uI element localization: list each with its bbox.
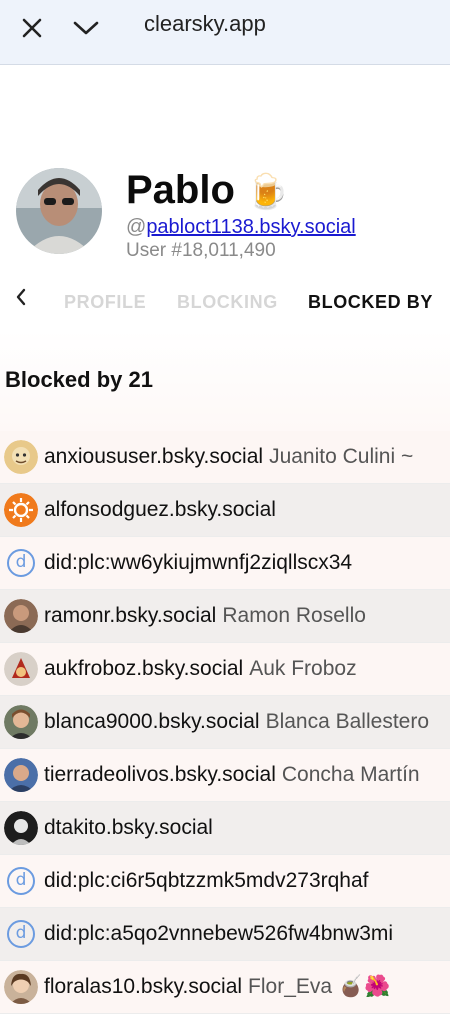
blocker-handle[interactable]: ramonr.bsky.social: [44, 604, 216, 628]
tab-blocked-by[interactable]: BLOCKED BY: [308, 290, 433, 314]
avatar: [4, 493, 38, 527]
profile-name-text: Pablo: [126, 168, 235, 212]
blocker-handle[interactable]: floralas10.bsky.social: [44, 975, 242, 999]
did-icon: d: [7, 867, 35, 895]
list-item[interactable]: blanca9000.bsky.social Blanca Ballestero: [0, 696, 450, 749]
browser-top-bar: clearsky.app: [0, 0, 450, 65]
close-button[interactable]: [14, 10, 50, 46]
list-item[interactable]: d did:plc:a5qo2vnnebew526fw4bnw3mi: [0, 908, 450, 961]
blocked-by-list: anxioususer.bsky.social Juanito Culini ~…: [0, 431, 450, 1014]
avatar: [4, 652, 38, 686]
did-icon: d: [7, 920, 35, 948]
list-item[interactable]: alfonsodguez.bsky.social: [0, 484, 450, 537]
avatar: d: [4, 917, 38, 951]
close-icon: [22, 18, 42, 38]
did-icon: d: [7, 549, 35, 577]
blocker-handle[interactable]: tierradeolivos.bsky.social: [44, 763, 276, 787]
tab-profile[interactable]: PROFILE: [64, 290, 146, 314]
user-number: User #18,011,490: [126, 240, 276, 261]
chevron-left-icon: [16, 288, 26, 306]
avatar: [4, 970, 38, 1004]
list-item[interactable]: anxioususer.bsky.social Juanito Culini ~: [0, 431, 450, 484]
chevron-down-icon: [73, 21, 99, 35]
blocker-display-name: Concha Martín: [281, 763, 420, 786]
list-item[interactable]: floralas10.bsky.social Flor_Eva 🧉🌺: [0, 961, 450, 1014]
blocker-display-name: Auk Froboz: [249, 657, 357, 680]
blocker-display-name: Blanca Ballestero: [265, 710, 430, 733]
tab-blocking[interactable]: BLOCKING: [177, 290, 278, 314]
profile-name: Pablo 🍺: [126, 166, 288, 216]
tabs-back-button[interactable]: [10, 284, 32, 310]
avatar: [4, 599, 38, 633]
list-item[interactable]: dtakito.bsky.social: [0, 802, 450, 855]
avatar: [4, 705, 38, 739]
section-title: Blocked by 21: [5, 367, 153, 392]
menu-chevron-button[interactable]: [68, 10, 104, 46]
list-item[interactable]: aukfroboz.bsky.social Auk Froboz: [0, 643, 450, 696]
blocker-handle[interactable]: did:plc:a5qo2vnnebew526fw4bnw3mi: [44, 922, 393, 946]
list-item[interactable]: ramonr.bsky.social Ramon Rosello: [0, 590, 450, 643]
blocker-handle[interactable]: alfonsodguez.bsky.social: [44, 498, 276, 522]
profile-handle-line: @pabloct1138.bsky.social: [126, 215, 356, 239]
avatar: d: [4, 864, 38, 898]
beer-emoji: 🍺: [246, 173, 289, 211]
blocker-display-name: Juanito Culini ~: [269, 445, 414, 468]
avatar: [4, 811, 38, 845]
blocker-handle[interactable]: did:plc:ci6r5qbtzzmk5mdv273rqhaf: [44, 869, 369, 893]
blocker-handle[interactable]: dtakito.bsky.social: [44, 816, 213, 840]
list-item[interactable]: tierradeolivos.bsky.social Concha Martín: [0, 749, 450, 802]
blocker-display-name: Flor_Eva 🧉🌺: [248, 975, 391, 998]
blocker-handle[interactable]: aukfroboz.bsky.social: [44, 657, 243, 681]
profile-handle-link[interactable]: pabloct1138.bsky.social: [146, 216, 355, 238]
list-item[interactable]: d did:plc:ww6ykiujmwnfj2ziqllscx34: [0, 537, 450, 590]
blocker-handle[interactable]: anxioususer.bsky.social: [44, 445, 263, 469]
avatar: d: [4, 546, 38, 580]
blocker-handle[interactable]: did:plc:ww6ykiujmwnfj2ziqllscx34: [44, 551, 352, 575]
url-text[interactable]: clearsky.app: [144, 10, 266, 38]
profile-avatar: [16, 168, 102, 254]
handle-prefix: @: [126, 216, 147, 238]
blocker-handle[interactable]: blanca9000.bsky.social: [44, 710, 260, 734]
avatar: [4, 440, 38, 474]
list-item[interactable]: d did:plc:ci6r5qbtzzmk5mdv273rqhaf: [0, 855, 450, 908]
avatar: [4, 758, 38, 792]
blocker-display-name: Ramon Rosello: [222, 604, 366, 627]
